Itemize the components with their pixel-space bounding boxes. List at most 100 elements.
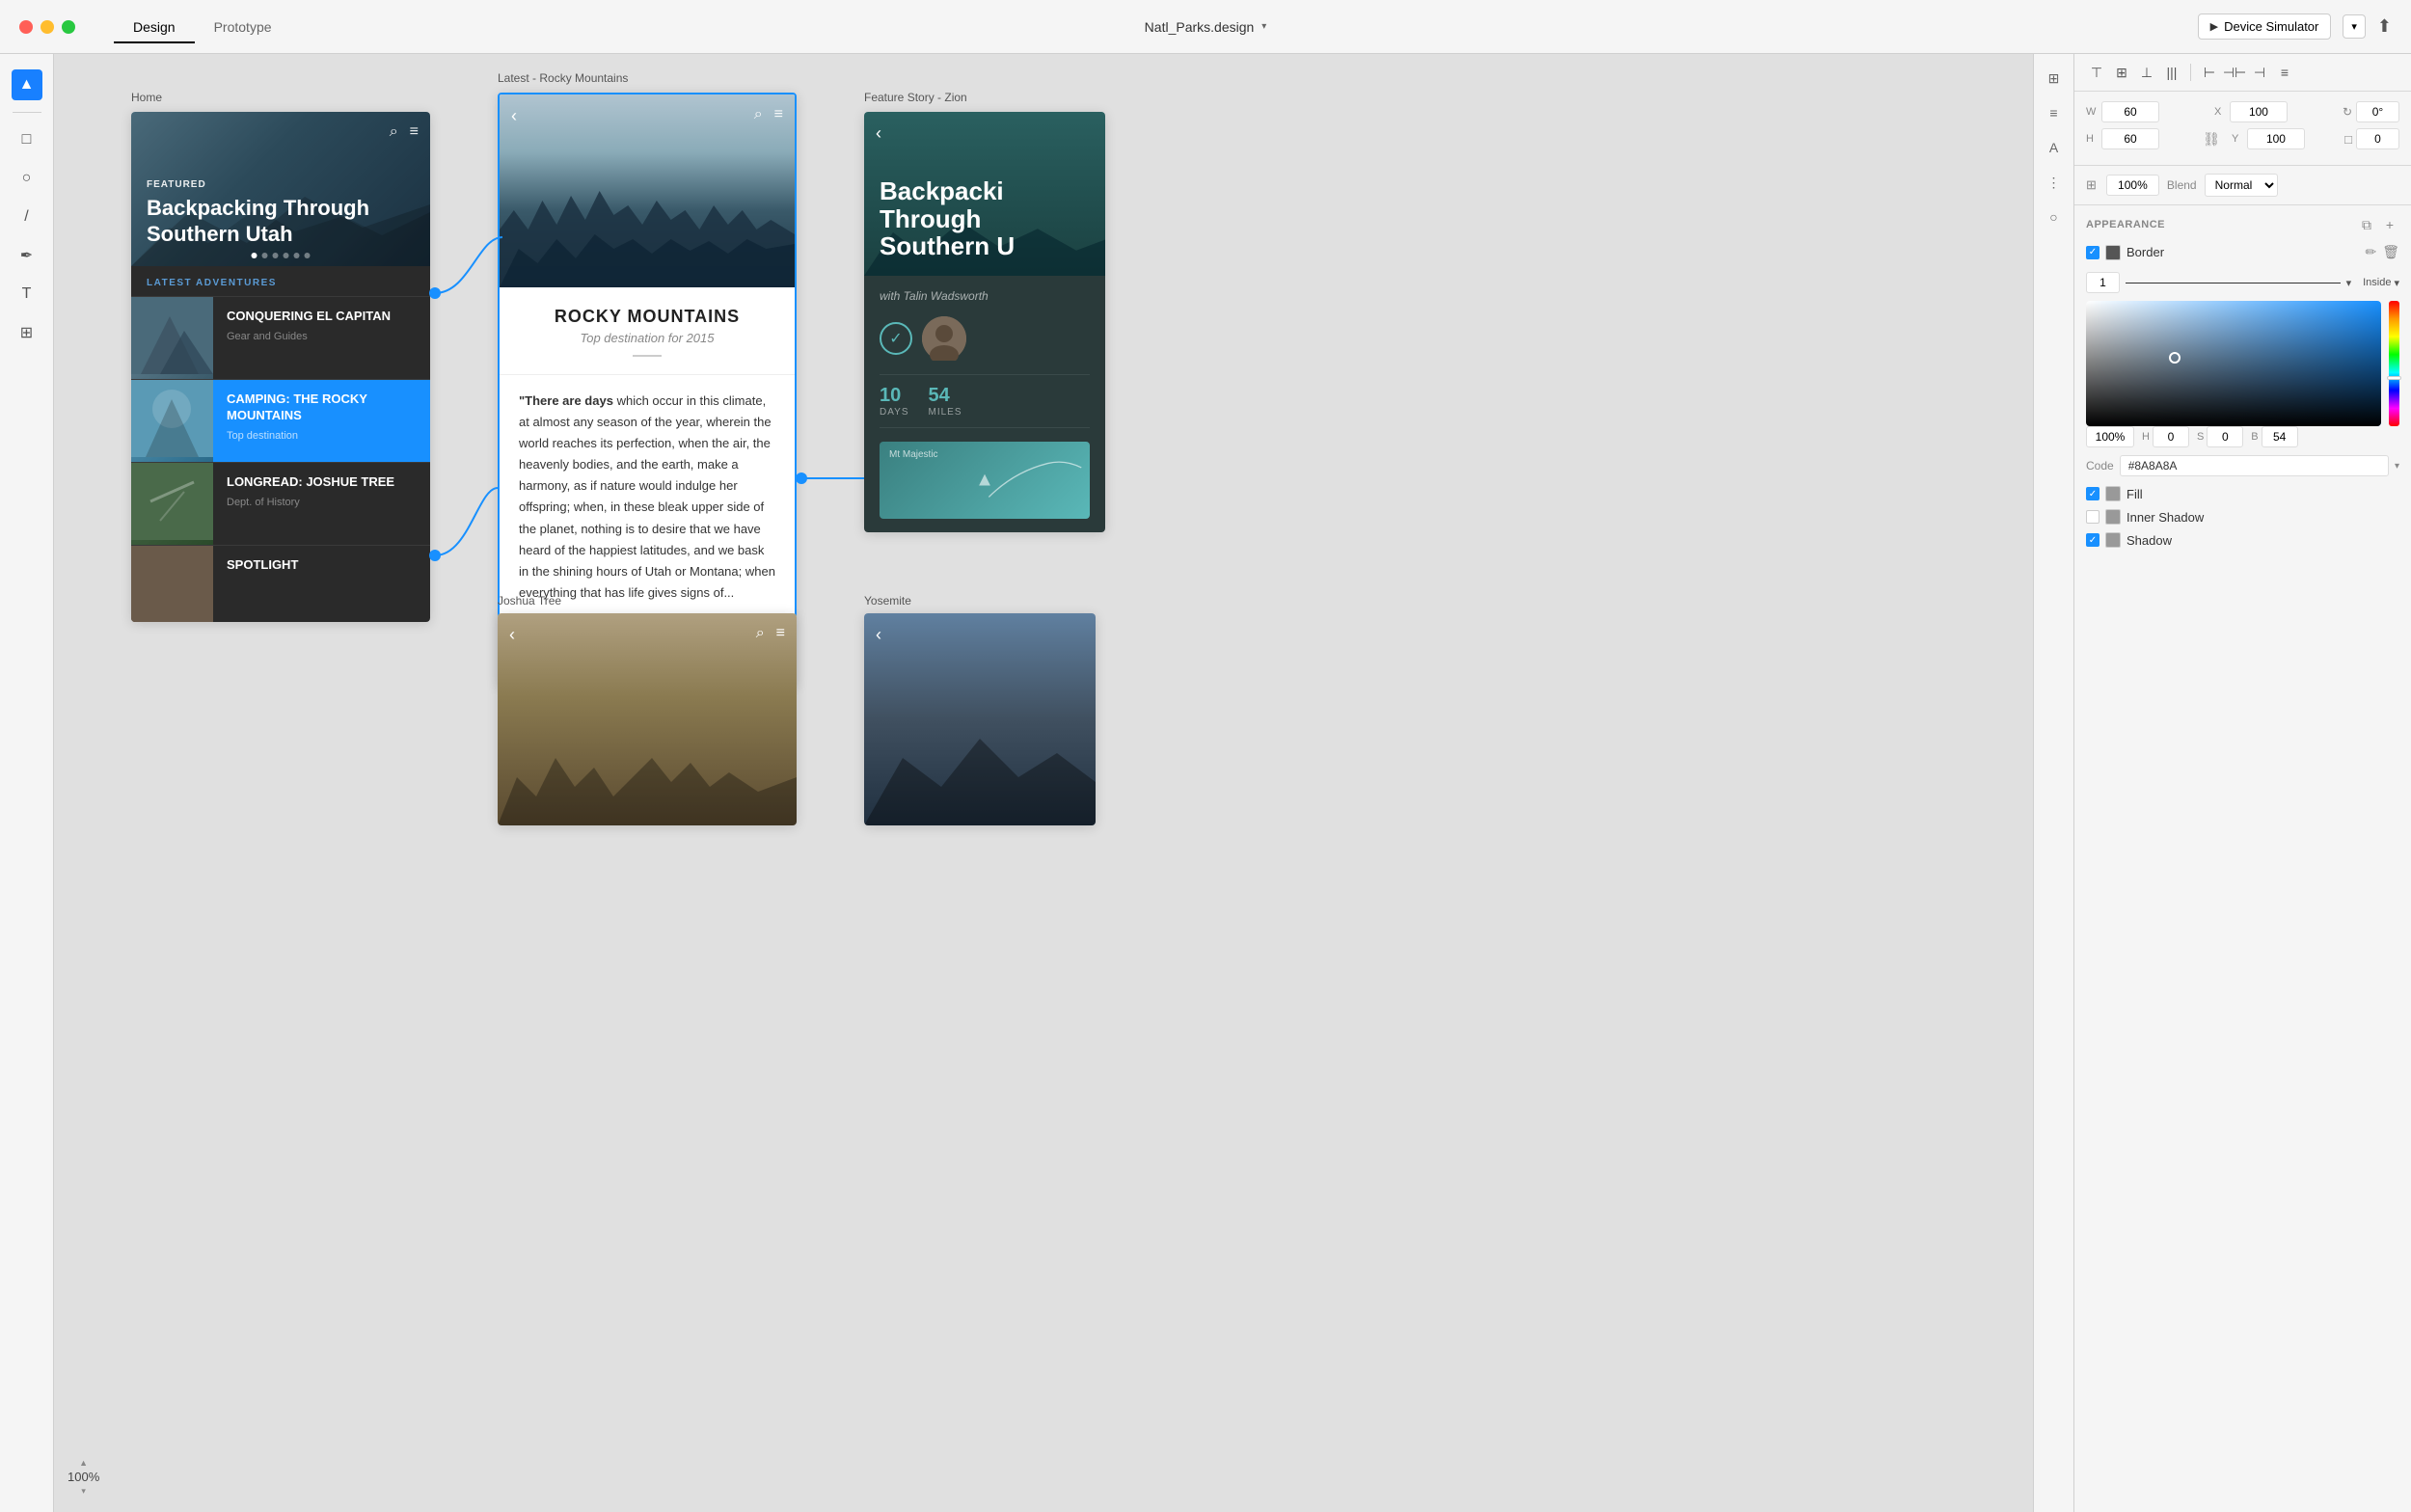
- hue-input[interactable]: [2153, 426, 2189, 447]
- panel-text-icon[interactable]: A: [2042, 135, 2067, 160]
- list-item-spotlight[interactable]: SPOTLIGHT: [131, 545, 430, 622]
- align-distribute-v-icon[interactable]: ≡: [2274, 62, 2295, 83]
- blend-select[interactable]: Normal Multiply Screen Overlay: [2205, 174, 2278, 197]
- circle-tool[interactable]: ○: [12, 163, 42, 194]
- color-gradient[interactable]: [2086, 301, 2381, 426]
- dot-5[interactable]: [294, 253, 300, 258]
- yosemite-back-icon[interactable]: ‹: [876, 625, 881, 645]
- frame-joshua[interactable]: ‹ ⌕ ≡: [498, 613, 797, 825]
- corner-input[interactable]: [2356, 128, 2399, 149]
- inner-shadow-color-swatch[interactable]: [2105, 509, 2121, 525]
- opacity-input[interactable]: [2106, 175, 2159, 196]
- line-tool[interactable]: /: [12, 202, 42, 232]
- panel-link-icon[interactable]: ⋮: [2042, 170, 2067, 195]
- dot-2[interactable]: [262, 253, 268, 258]
- pen-tool[interactable]: ✒: [12, 240, 42, 271]
- shadow-checkbox[interactable]: [2086, 533, 2099, 547]
- dot-6[interactable]: [305, 253, 311, 258]
- share-button[interactable]: ⬆: [2377, 16, 2392, 37]
- list-title-spotlight: SPOTLIGHT: [227, 557, 417, 574]
- feature-back-icon[interactable]: ‹: [876, 123, 881, 144]
- title-chevron-icon[interactable]: ▾: [1261, 21, 1266, 32]
- color-picker-row: [2086, 301, 2399, 426]
- select-tool[interactable]: ▲: [12, 69, 42, 100]
- align-right-icon[interactable]: ⊣: [2249, 62, 2270, 83]
- align-top-icon[interactable]: ⊤: [2086, 62, 2107, 83]
- align-center-v-icon[interactable]: ⊣⊢: [2224, 62, 2245, 83]
- chain-icon[interactable]: ⛓: [2203, 131, 2220, 148]
- text-tool[interactable]: T: [12, 279, 42, 310]
- dot-4[interactable]: [284, 253, 289, 258]
- list-thumb-camping: [131, 380, 213, 462]
- right-panel: ⊤ ⊞ ⊥ ||| ⊢ ⊣⊢ ⊣ ≡ W X ↻ H: [2073, 54, 2411, 1512]
- border-style-dropdown[interactable]: ▾: [2346, 277, 2352, 289]
- list-item-longread[interactable]: LONGREAD: JOSHUE TREE Dept. of History: [131, 462, 430, 545]
- bright-input[interactable]: [2262, 426, 2298, 447]
- border-checkbox[interactable]: [2086, 246, 2099, 259]
- color-cursor[interactable]: [2169, 352, 2181, 364]
- back-icon[interactable]: ‹: [511, 106, 517, 126]
- hex-code-input[interactable]: [2120, 455, 2389, 476]
- frame-yosemite[interactable]: ‹: [864, 613, 1096, 825]
- search-icon[interactable]: ⌕: [390, 123, 398, 141]
- color-opacity-input[interactable]: [2086, 426, 2134, 447]
- zoom-down-arrow[interactable]: ▾: [81, 1486, 86, 1497]
- panel-circle-icon[interactable]: ○: [2042, 204, 2067, 230]
- border-position-dropdown[interactable]: Inside ▾: [2363, 277, 2399, 289]
- stat-miles-val: 54: [929, 385, 962, 407]
- panel-filter-icon[interactable]: ≡: [2042, 100, 2067, 125]
- sat-input[interactable]: [2207, 426, 2243, 447]
- hue-cursor[interactable]: [2387, 376, 2401, 380]
- align-left-icon[interactable]: ⊢: [2199, 62, 2220, 83]
- y-input[interactable]: [2247, 128, 2305, 149]
- fill-checkbox[interactable]: [2086, 487, 2099, 500]
- frame-label-feature: Feature Story - Zion: [864, 91, 967, 104]
- traffic-lights: [0, 20, 95, 34]
- component-tool[interactable]: ⊞: [12, 317, 42, 348]
- rectangle-tool[interactable]: □: [12, 124, 42, 155]
- shadow-color-swatch[interactable]: [2105, 532, 2121, 548]
- device-simulator-button[interactable]: ▶ Device Simulator: [2198, 14, 2332, 40]
- minimize-button[interactable]: [41, 20, 54, 34]
- border-width-input[interactable]: [2086, 272, 2120, 293]
- h-input[interactable]: [2101, 128, 2159, 149]
- rocky-menu-icon[interactable]: ≡: [774, 106, 783, 123]
- tab-design[interactable]: Design: [114, 12, 195, 42]
- align-bottom-icon[interactable]: ⊥: [2136, 62, 2157, 83]
- fill-color-swatch[interactable]: [2105, 486, 2121, 501]
- zoom-indicator[interactable]: ▲ 100% ▾: [68, 1458, 99, 1497]
- rotate-input[interactable]: [2356, 101, 2399, 122]
- joshua-menu-icon[interactable]: ≡: [776, 625, 785, 642]
- joshua-search-icon[interactable]: ⌕: [756, 625, 765, 642]
- border-delete-icon[interactable]: 🗑: [2382, 244, 2399, 260]
- x-input[interactable]: [2230, 101, 2288, 122]
- list-item-camping[interactable]: CAMPING: THE ROCKY MOUNTAINS Top destina…: [131, 379, 430, 462]
- list-item-elcapitan[interactable]: CONQUERING EL CAPITAN Gear and Guides: [131, 296, 430, 379]
- panel-align-icon[interactable]: ⊞: [2042, 66, 2067, 91]
- frame-feature[interactable]: ‹ Backpacki Through Southern U with Tali…: [864, 112, 1105, 532]
- code-dropdown-icon[interactable]: ▾: [2395, 461, 2399, 472]
- feature-big-title: Backpacki Through Southern U: [880, 177, 1090, 260]
- frame-home[interactable]: ⌕ ≡ FEATURED Backpacking Through Souther…: [131, 112, 430, 622]
- inner-shadow-checkbox[interactable]: [2086, 510, 2099, 524]
- tab-prototype[interactable]: Prototype: [195, 12, 291, 42]
- align-distribute-icon[interactable]: |||: [2161, 62, 2182, 83]
- dot-3[interactable]: [273, 253, 279, 258]
- rocky-search-icon[interactable]: ⌕: [754, 106, 763, 123]
- hue-bar[interactable]: [2389, 301, 2399, 426]
- appearance-copy-button[interactable]: ⧉: [2357, 215, 2376, 234]
- dot-1[interactable]: [252, 253, 257, 258]
- align-middle-h-icon[interactable]: ⊞: [2111, 62, 2132, 83]
- x-field: X: [2214, 101, 2335, 122]
- w-input[interactable]: [2101, 101, 2159, 122]
- border-color-swatch[interactable]: [2105, 245, 2121, 260]
- zoom-up-arrow[interactable]: ▲: [79, 1458, 88, 1468]
- appearance-add-button[interactable]: +: [2380, 215, 2399, 234]
- maximize-button[interactable]: [62, 20, 75, 34]
- device-sim-dropdown[interactable]: ▾: [2343, 14, 2366, 39]
- joshua-back-icon[interactable]: ‹: [509, 625, 515, 645]
- border-edit-icon[interactable]: ✏: [2365, 244, 2376, 260]
- menu-icon[interactable]: ≡: [410, 123, 419, 141]
- feature-map[interactable]: Mt Majestic ▲: [880, 442, 1090, 519]
- close-button[interactable]: [19, 20, 33, 34]
